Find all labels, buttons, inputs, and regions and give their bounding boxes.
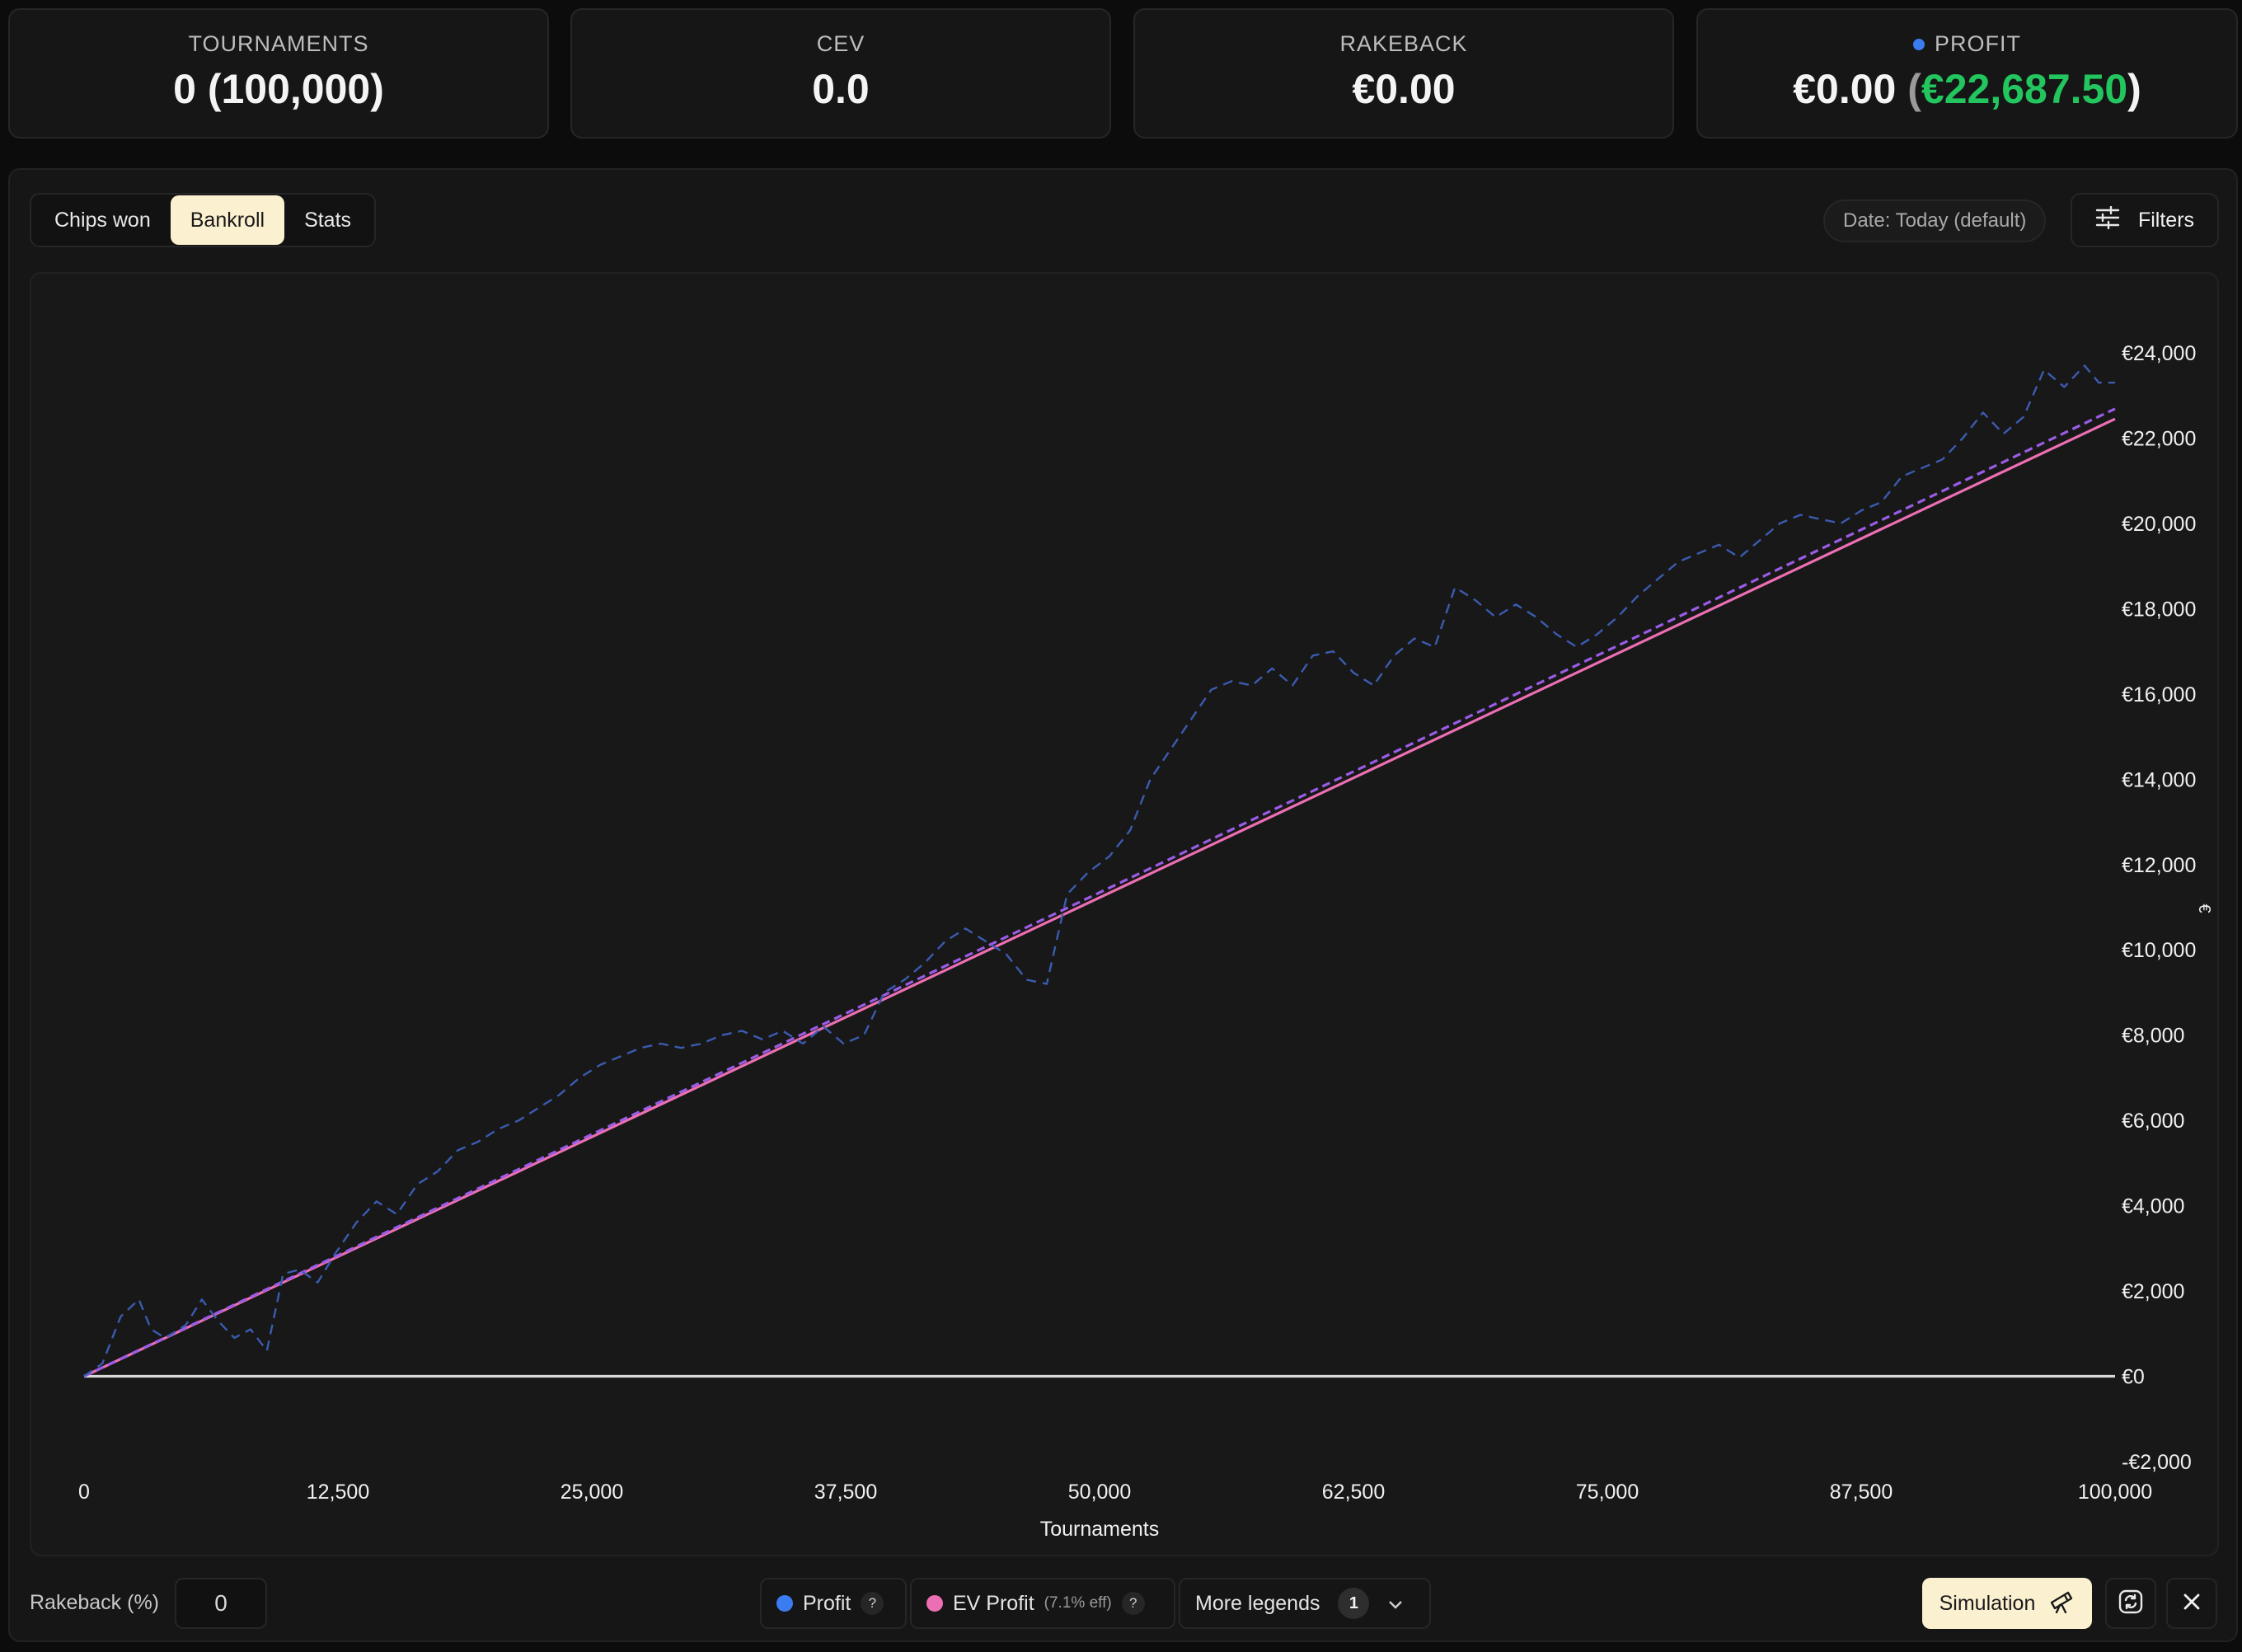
y-tick-label: €8,000 [2122, 1025, 2184, 1048]
y-tick-label: -€2,000 [2122, 1451, 2192, 1474]
help-icon[interactable]: ? [1121, 1592, 1145, 1615]
y-tick-label: €16,000 [2122, 683, 2196, 706]
profit-value: €0.00 [1793, 66, 1897, 112]
bankroll-chart: €24,000 €22,000 €20,000 €18,000 €16,000 €14,0… [30, 272, 2219, 1556]
stat-label: PROFIT [1935, 31, 2021, 56]
x-axis-label: Tournaments [1040, 1518, 1160, 1541]
y-tick-label: €10,000 [2122, 939, 2196, 962]
rakeback-label: Rakeback (%) [30, 1591, 159, 1614]
stat-value: 0.0 [812, 66, 870, 112]
paren-open: ( [1907, 66, 1921, 112]
x-tick-label: 25,000 [560, 1481, 623, 1504]
date-filter-pill[interactable]: Date: Today (default) [1823, 199, 2047, 242]
y-tick-label: €18,000 [2122, 598, 2196, 621]
x-tick-label: 50,000 [1068, 1481, 1131, 1504]
x-tick-label: 75,000 [1576, 1481, 1639, 1504]
stat-label: RAKEBACK [1339, 31, 1468, 56]
profit-dot-icon [1913, 38, 1925, 50]
sliders-icon [2095, 205, 2120, 235]
expected-profit-value: €22,687.50 [1921, 66, 2128, 112]
stat-label: CEV [816, 31, 865, 56]
stat-card-tournaments: TOURNAMENTS 0 (100,000) [8, 8, 549, 138]
more-legends-dropdown[interactable]: More legends 1 [1179, 1578, 1431, 1629]
tab-stats[interactable]: Stats [284, 195, 371, 245]
y-tick-label: €2,000 [2122, 1280, 2184, 1303]
telescope-icon [2048, 1589, 2075, 1619]
x-tick-label: 87,500 [1830, 1481, 1893, 1504]
y-tick-label: €4,000 [2122, 1195, 2184, 1218]
paren-close: ) [2127, 66, 2141, 112]
x-tick-label: 100,000 [2078, 1481, 2152, 1504]
legend-ev-label: EV Profit [953, 1591, 1034, 1615]
y-axis-label: € [2195, 903, 2213, 913]
view-tabs: Chips won Bankroll Stats [30, 193, 377, 247]
stat-label-row: PROFIT [1698, 31, 2236, 57]
bottom-bar: Rakeback (%) Profit ? EV Profit (7.1% ef… [10, 1571, 2236, 1637]
x-tick-label: 0 [78, 1481, 90, 1504]
stat-value: 0 (100,000) [173, 66, 384, 112]
y-tick-label: €12,000 [2122, 854, 2196, 877]
stat-label: TOURNAMENTS [188, 31, 369, 56]
more-legends-label: More legends [1195, 1591, 1320, 1615]
help-icon[interactable]: ? [861, 1592, 884, 1615]
stat-card-cev: CEV 0.0 [570, 8, 1111, 138]
simulation-button[interactable]: Simulation [1922, 1578, 2092, 1629]
stat-value: €0.00 (€22,687.50) [1698, 65, 2236, 113]
ev-profit-dot-icon [926, 1595, 943, 1612]
close-button[interactable] [2166, 1578, 2217, 1629]
filters-button[interactable]: Filters [2071, 193, 2219, 247]
expected-profit-line [83, 407, 2116, 1377]
legend-profit[interactable]: Profit ? [760, 1578, 907, 1629]
x-tick-label: 62,500 [1322, 1481, 1385, 1504]
stat-card-profit: PROFIT €0.00 (€22,687.50) [1696, 8, 2238, 138]
profit-line [83, 364, 2115, 1377]
legend-profit-label: Profit [803, 1591, 851, 1615]
refresh-button[interactable] [2105, 1578, 2156, 1629]
x-tick-label: 37,500 [814, 1481, 877, 1504]
stat-value: €0.00 [1352, 66, 1456, 112]
y-tick-label: €14,000 [2122, 768, 2196, 791]
tab-chips-won[interactable]: Chips won [35, 195, 171, 245]
chart-svg: €24,000 €22,000 €20,000 €18,000 €16,000 €14,0… [78, 342, 2213, 1541]
chevron-down-icon [1387, 1592, 1404, 1616]
bankroll-panel: Chips won Bankroll Stats Date: Today (de… [8, 168, 2238, 1642]
y-tick-label: €24,000 [2122, 342, 2196, 365]
y-tick-label: €0 [2122, 1366, 2145, 1389]
x-tick-label: 12,500 [307, 1481, 369, 1504]
filters-label: Filters [2137, 208, 2195, 232]
refresh-icon [2118, 1589, 2144, 1619]
simulation-label: Simulation [1939, 1591, 2036, 1615]
stat-card-rakeback: RAKEBACK €0.00 [1133, 8, 1674, 138]
y-tick-label: €6,000 [2122, 1110, 2184, 1133]
y-tick-label: €22,000 [2122, 427, 2196, 450]
profit-dot-icon [776, 1595, 793, 1612]
more-legends-count: 1 [1338, 1588, 1370, 1619]
tab-bankroll[interactable]: Bankroll [170, 195, 285, 245]
legend-ev-profit[interactable]: EV Profit (7.1% eff) ? [910, 1578, 1175, 1629]
close-icon [2182, 1592, 2202, 1616]
legend-ev-eff: (7.1% eff) [1044, 1594, 1112, 1612]
y-tick-label: €20,000 [2122, 513, 2196, 536]
rakeback-input[interactable] [175, 1578, 267, 1629]
ev-profit-line [83, 417, 2116, 1377]
